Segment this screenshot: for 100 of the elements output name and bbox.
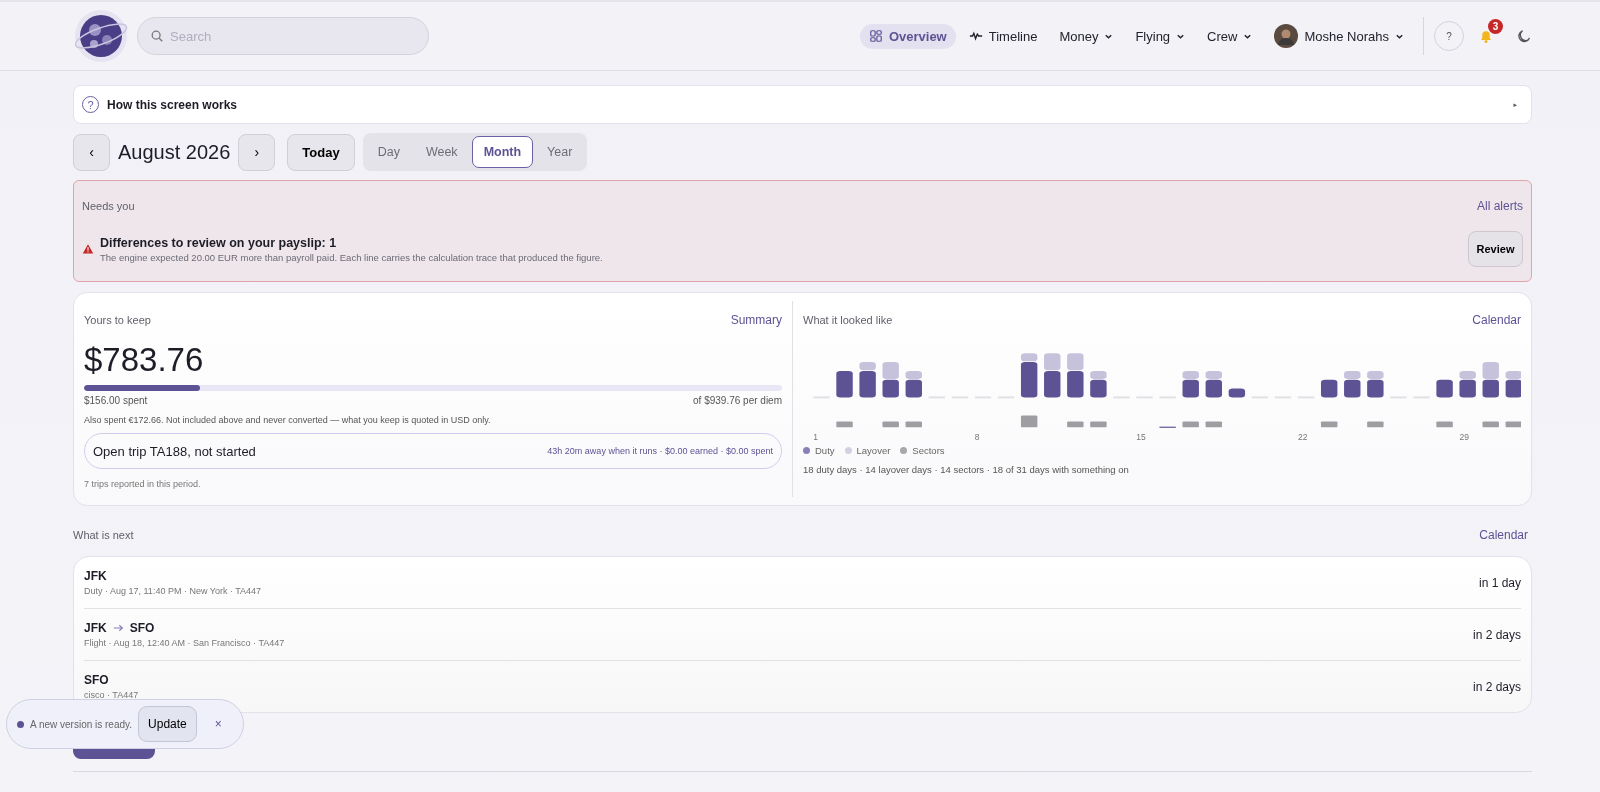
nav-item[interactable]: Money bbox=[1050, 23, 1123, 49]
view-tab[interactable]: Year bbox=[535, 136, 585, 168]
legend-label: Layover bbox=[856, 445, 891, 456]
section-title: What it looked like bbox=[803, 314, 893, 326]
layover-bar bbox=[1090, 370, 1107, 380]
warning-icon bbox=[82, 243, 94, 255]
trip-detail: 43h 20m away when it runs · $0.00 earned · $0.00 spent bbox=[547, 446, 773, 456]
upcoming-item[interactable]: JFK Duty · Aug 17, 11:40 PM · New York · TA447 in 1 day bbox=[84, 557, 1521, 609]
duty-bar bbox=[1020, 362, 1038, 398]
airport-code: JFK bbox=[84, 621, 107, 635]
spent-label: $156.00 spent bbox=[84, 395, 148, 406]
per-diem-label: of $939.76 per diem bbox=[693, 395, 782, 406]
time-until: in 2 days bbox=[1472, 679, 1521, 694]
axis-label: 29 bbox=[1459, 432, 1469, 442]
sector-bar bbox=[1020, 415, 1038, 428]
sector-bar bbox=[1205, 421, 1222, 428]
alert-title: Differences to review on your payslip: 1 bbox=[100, 235, 338, 250]
sector-bar bbox=[882, 421, 899, 428]
section-title: What is next bbox=[73, 529, 134, 541]
status-dot bbox=[17, 720, 24, 728]
chart-summary: 18 duty days · 14 layover days · 14 sectors · 18 of 31 days with something on bbox=[803, 464, 1130, 475]
sector-bar bbox=[1067, 421, 1084, 428]
next-button[interactable]: › bbox=[238, 133, 276, 171]
airport-code: SFO bbox=[129, 621, 155, 635]
layover-bar bbox=[1205, 370, 1222, 380]
layover-bar bbox=[1459, 370, 1476, 380]
duty-bar bbox=[1321, 379, 1338, 398]
duty-bar bbox=[836, 370, 853, 398]
duty-bar bbox=[1344, 379, 1361, 398]
airport-code: SFO bbox=[84, 673, 109, 687]
upcoming-item[interactable]: JFK SFO Flight · Aug 18, 12:40 AM · San Francisco · TA447 in 2 days bbox=[84, 609, 1521, 661]
review-button[interactable]: Review bbox=[1468, 231, 1523, 267]
layover-bar bbox=[1367, 370, 1384, 380]
nav-item[interactable]: Overview bbox=[859, 23, 956, 49]
legend-label: Sectors bbox=[912, 445, 945, 456]
avatar-icon bbox=[1274, 24, 1299, 48]
bell-icon[interactable] bbox=[1478, 28, 1494, 44]
update-button[interactable]: Update bbox=[138, 706, 197, 742]
arrow-icon bbox=[112, 624, 124, 632]
section-title: Needs you bbox=[82, 200, 135, 212]
today-button[interactable]: Today bbox=[287, 133, 355, 171]
legend-label: Duty bbox=[815, 445, 835, 456]
item-detail: Flight · Aug 18, 12:40 AM · San Francisco · TA447 bbox=[84, 638, 285, 648]
time-until: in 1 day bbox=[1478, 575, 1521, 590]
duty-bar bbox=[1505, 379, 1521, 398]
layover-bar bbox=[1482, 362, 1499, 380]
toast-message: A new version is ready. bbox=[30, 718, 133, 730]
sector-bar bbox=[1482, 421, 1499, 428]
duty-bar bbox=[1067, 370, 1084, 398]
layover-bar bbox=[882, 362, 899, 380]
duty-bar bbox=[1367, 379, 1384, 398]
duty-bar bbox=[1482, 379, 1499, 398]
amount: $783.76 bbox=[84, 341, 205, 379]
layover-bar bbox=[905, 370, 922, 380]
view-tab[interactable]: Month bbox=[471, 136, 534, 168]
section-title: Yours to keep bbox=[84, 314, 151, 326]
nav-item[interactable]: Timeline bbox=[959, 23, 1047, 49]
search-field[interactable]: Search bbox=[137, 17, 429, 55]
duty-bar bbox=[1436, 379, 1453, 398]
notification-badge: 3 bbox=[1488, 19, 1503, 34]
layover-bar bbox=[1044, 353, 1061, 371]
close-button[interactable]: × bbox=[208, 716, 228, 732]
calendar-link[interactable]: Calendar bbox=[1472, 313, 1521, 327]
grid-icon bbox=[868, 29, 883, 43]
axis-label: 1 bbox=[813, 432, 818, 442]
nav-item[interactable]: Flying bbox=[1126, 23, 1195, 49]
sector-bar bbox=[1367, 421, 1384, 428]
all-alerts-link[interactable]: All alerts bbox=[1477, 199, 1523, 213]
trip-title: Open trip TA188, not started bbox=[93, 443, 256, 459]
duty-bar bbox=[905, 379, 922, 398]
calendar-link[interactable]: Calendar bbox=[1479, 528, 1528, 542]
summary-link[interactable]: Summary bbox=[730, 313, 782, 327]
sector-bar bbox=[1505, 421, 1521, 428]
airport-code: JFK bbox=[84, 569, 107, 583]
moon-icon[interactable] bbox=[1516, 28, 1532, 44]
period-title: August 2026 bbox=[118, 140, 231, 164]
layover-bar bbox=[1505, 370, 1521, 380]
view-tab[interactable]: Day bbox=[365, 136, 412, 168]
axis-label: 8 bbox=[974, 432, 980, 442]
nav-item[interactable]: Crew bbox=[1198, 23, 1262, 49]
layover-bar bbox=[1020, 353, 1038, 362]
sector-bar bbox=[836, 421, 853, 428]
previous-button[interactable]: ‹ bbox=[73, 133, 110, 171]
duty-bar bbox=[1459, 379, 1476, 398]
sector-marker bbox=[1159, 426, 1176, 428]
axis-label: 22 bbox=[1297, 432, 1308, 442]
layover-bar bbox=[1182, 370, 1199, 380]
sector-bar bbox=[1436, 421, 1453, 428]
layover-bar bbox=[1344, 370, 1361, 380]
view-tab[interactable]: Week bbox=[413, 136, 470, 168]
duty-bar bbox=[1090, 379, 1107, 398]
duty-bar bbox=[1044, 370, 1061, 398]
duty-bar bbox=[1228, 388, 1246, 398]
logo-drawing[interactable] bbox=[73, 8, 129, 64]
time-until: in 2 days bbox=[1472, 627, 1521, 642]
search-icon bbox=[150, 29, 164, 43]
axis-label: 15 bbox=[1136, 432, 1146, 442]
duty-bar bbox=[1182, 379, 1199, 398]
duty-bar bbox=[1205, 379, 1222, 398]
user-menu[interactable]: Moshe Norahs bbox=[1265, 19, 1413, 53]
